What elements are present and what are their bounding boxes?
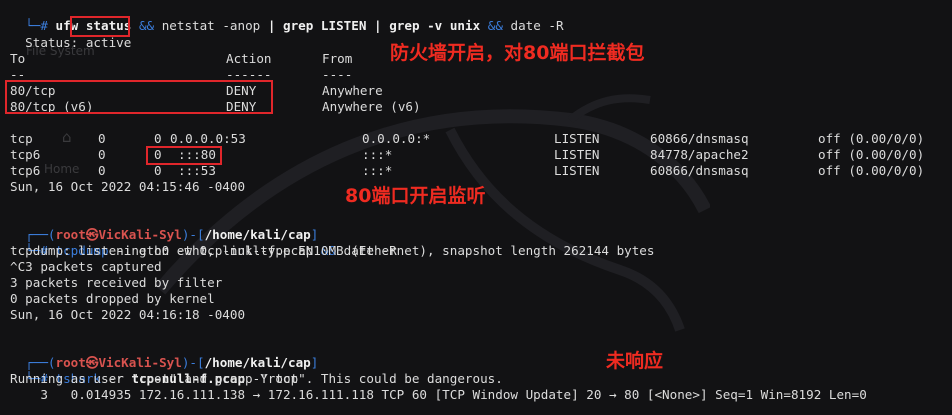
tcpdump-output: 0 packets dropped by kernel <box>10 291 215 306</box>
net-state: LISTEN <box>554 163 600 178</box>
net-program: 84778/apache2 <box>650 147 749 162</box>
net-recv: 0 <box>98 131 106 146</box>
netstat-row: tcp6 0 0 :::53 :::* LISTEN 60866/dnsmasq… <box>10 163 940 179</box>
tcpdump-output: ^C3 packets captured <box>10 259 162 274</box>
net-send: 0 <box>154 147 162 162</box>
rule-to: 80/tcp <box>10 83 56 98</box>
net-foreign: :::* <box>362 163 393 178</box>
net-foreign: 0.0.0.0:* <box>362 131 431 146</box>
rule-from: Anywhere <box>322 83 383 98</box>
ufw-divider-row: -- ------ ---- <box>10 67 410 83</box>
firewall-annotation: 防火墙开启，对80端口拦截包 <box>390 42 645 64</box>
tcpdump-output: 3 packets received by filter <box>10 275 223 290</box>
net-send: 0 <box>154 163 162 178</box>
cmd-and-1: && <box>138 18 155 33</box>
net-send: 0 <box>154 131 162 146</box>
net-local: :::53 <box>178 163 216 178</box>
cmd-netstat: netstat -anop <box>154 18 268 33</box>
cmd-pipe-2: | <box>374 18 382 33</box>
net-local: 0.0.0.0:53 <box>170 131 246 146</box>
netstat-row: tcp6 0 0 :::80 :::* LISTEN 84778/apache2… <box>10 147 940 163</box>
cmd-grep-listen: grep LISTEN <box>275 18 375 33</box>
header-from: From <box>322 51 353 66</box>
shell-prompt: ┌──(root㉿VicKali-Syl)-[/home/kali/cap] <box>10 339 318 370</box>
ufw-rule-row: 80/tcp (v6) DENY Anywhere (v6) <box>10 99 421 115</box>
tcpdump-output: tcpdump: listening on eth0, link-type EN… <box>10 243 655 258</box>
tshark-output: 3 0.014935 172.16.111.138 → 172.16.111.1… <box>10 387 867 402</box>
date-output: Sun, 16 Oct 2022 04:15:46 -0400 <box>10 179 246 194</box>
status-label: Status: <box>25 35 86 50</box>
cmd-date: date -R <box>502 18 564 33</box>
header-to: To <box>10 51 26 66</box>
header-action: Action <box>226 51 272 66</box>
ufw-rule-row: 80/tcp DENY Anywhere <box>10 83 410 99</box>
divider-from: ---- <box>322 67 353 82</box>
shell-prompt: ┌──(root㉿VicKali-Syl)-[/home/kali/cap] <box>10 211 318 242</box>
net-proto: tcp6 <box>10 147 41 162</box>
net-recv: 0 <box>98 163 106 178</box>
net-proto: tcp <box>10 131 33 146</box>
rule-action: DENY <box>226 99 257 114</box>
status-value: active <box>85 35 132 50</box>
net-proto: tcp6 <box>10 163 41 178</box>
tshark-command-line: └─# tshark -r tcp-null-f.pcap -Y tcp <box>10 355 298 386</box>
ufw-command-line: └─# ufw status && netstat -anop | grep L… <box>10 2 563 33</box>
cmd-and-2: && <box>487 18 503 33</box>
net-foreign: :::* <box>362 147 393 162</box>
net-recv: 0 <box>98 147 106 162</box>
rule-to: 80/tcp (v6) <box>10 99 94 114</box>
divider-to: -- <box>10 67 26 82</box>
net-local: :::80 <box>178 147 216 162</box>
net-state: LISTEN <box>554 131 600 146</box>
prompt-close: ] <box>310 355 319 370</box>
tshark-output: Running as user "root" and group "root".… <box>10 371 503 386</box>
ufw-status-line: Status: active <box>10 19 131 50</box>
rule-from: Anywhere (v6) <box>322 99 421 114</box>
net-state: LISTEN <box>554 147 600 162</box>
net-timer: off (0.00/0/0) <box>818 147 925 162</box>
ufw-header-row: To Action From <box>10 51 410 67</box>
tcpdump-output: Sun, 16 Oct 2022 04:16:18 -0400 <box>10 307 246 322</box>
port-listen-annotation: 80端口开启监听 <box>345 185 486 207</box>
cmd-grep-unix: grep -v unix <box>381 18 488 33</box>
no-response-annotation: 未响应 <box>606 350 664 372</box>
net-program: 60866/dnsmasq <box>650 163 749 178</box>
net-timer: off (0.00/0/0) <box>818 163 925 178</box>
rule-action: DENY <box>226 83 257 98</box>
net-timer: off (0.00/0/0) <box>818 131 925 146</box>
netstat-row: tcp 0 0 0.0.0.0:53 0.0.0.0:* LISTEN 6086… <box>10 131 940 147</box>
tcpdump-command-line: └─# tcpdump -i eth0 -w tcp-null-f.pcap &… <box>10 227 397 258</box>
net-program: 60866/dnsmasq <box>650 131 749 146</box>
divider-action: ------ <box>226 67 272 82</box>
